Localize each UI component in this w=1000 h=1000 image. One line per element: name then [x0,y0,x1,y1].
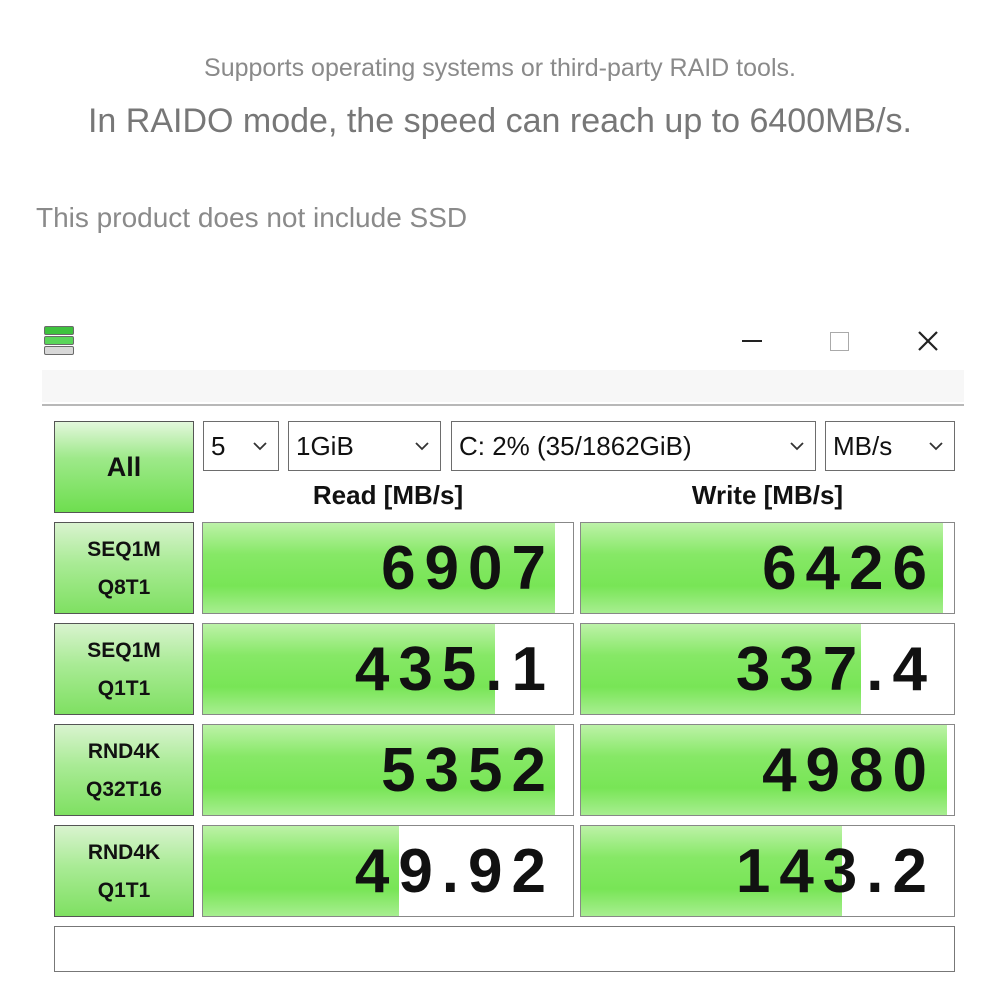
chevron-down-icon [415,442,429,451]
read-column-header: Read [MB/s] [312,480,464,510]
write-value: 337.4 [735,635,936,704]
comment-field[interactable] [54,926,955,972]
unit-value: MB/s [833,430,893,461]
read-value: 5352 [381,736,555,805]
test-button-rnd4k-q32t16[interactable]: RND4K Q32T16 [54,724,194,816]
drive-value: C: 2% (35/1862GiB) [459,430,692,461]
write-result-seq1m-q1t1: 337.4 [580,623,955,715]
maximize-button[interactable] [817,324,861,358]
title-bar [42,318,964,374]
maximize-icon [829,331,849,351]
test-button-seq1m-q8t1[interactable]: SEQ1M Q8T1 [54,522,194,614]
test-label-line2: Q1T1 [97,879,151,902]
test-count-select[interactable]: 5 [203,421,279,471]
test-button-seq1m-q1t1[interactable]: SEQ1M Q1T1 [54,623,194,715]
test-label-line1: RND4K [87,740,161,763]
minimize-button[interactable] [730,324,774,358]
menu-bar [42,370,964,402]
test-label-line2: Q32T16 [86,778,162,801]
read-value: 435.1 [354,635,555,704]
close-button[interactable] [906,324,950,358]
chevron-down-icon [790,442,804,451]
test-label-line1: RND4K [87,841,161,864]
test-label-line1: SEQ1M [87,639,161,662]
test-size-select[interactable]: 1GiB [288,421,441,471]
write-value: 4980 [762,736,936,805]
write-value: 143.2 [735,837,936,906]
benchmark-window: All 5 1GiB C: 2% (35/1862GiB) MB/s Read … [42,318,964,988]
write-column-header: Write [MB/s] [691,480,844,510]
test-size-value: 1GiB [296,430,354,461]
read-result-seq1m-q8t1: 6907 [202,522,574,614]
title-separator [42,404,964,406]
unit-select[interactable]: MB/s [825,421,955,471]
test-label-line2: Q1T1 [97,677,151,700]
write-result-seq1m-q8t1: 6426 [580,522,955,614]
disk-benchmark-icon [44,324,76,358]
minimize-icon [742,340,762,342]
caption-line-3: This product does not include SSD [36,202,468,233]
caption-line-2: In RAIDO mode, the speed can reach up to… [87,102,913,140]
test-button-rnd4k-q1t1[interactable]: RND4K Q1T1 [54,825,194,917]
chevron-down-icon [253,442,267,451]
test-count-value: 5 [211,430,226,461]
write-result-rnd4k-q1t1: 143.2 [580,825,955,917]
write-value: 6426 [762,534,936,603]
read-result-rnd4k-q1t1: 49.92 [202,825,574,917]
write-result-rnd4k-q32t16: 4980 [580,724,955,816]
read-result-seq1m-q1t1: 435.1 [202,623,574,715]
read-result-rnd4k-q32t16: 5352 [202,724,574,816]
test-label-line2: Q8T1 [97,576,151,599]
chevron-down-icon [929,442,943,451]
close-icon [918,331,938,351]
drive-select[interactable]: C: 2% (35/1862GiB) [451,421,816,471]
read-value: 6907 [381,534,555,603]
test-label-line1: SEQ1M [87,538,161,561]
all-button[interactable]: All [54,421,194,513]
read-value: 49.92 [354,837,555,906]
caption-line-1: Supports operating systems or third-part… [204,54,796,82]
